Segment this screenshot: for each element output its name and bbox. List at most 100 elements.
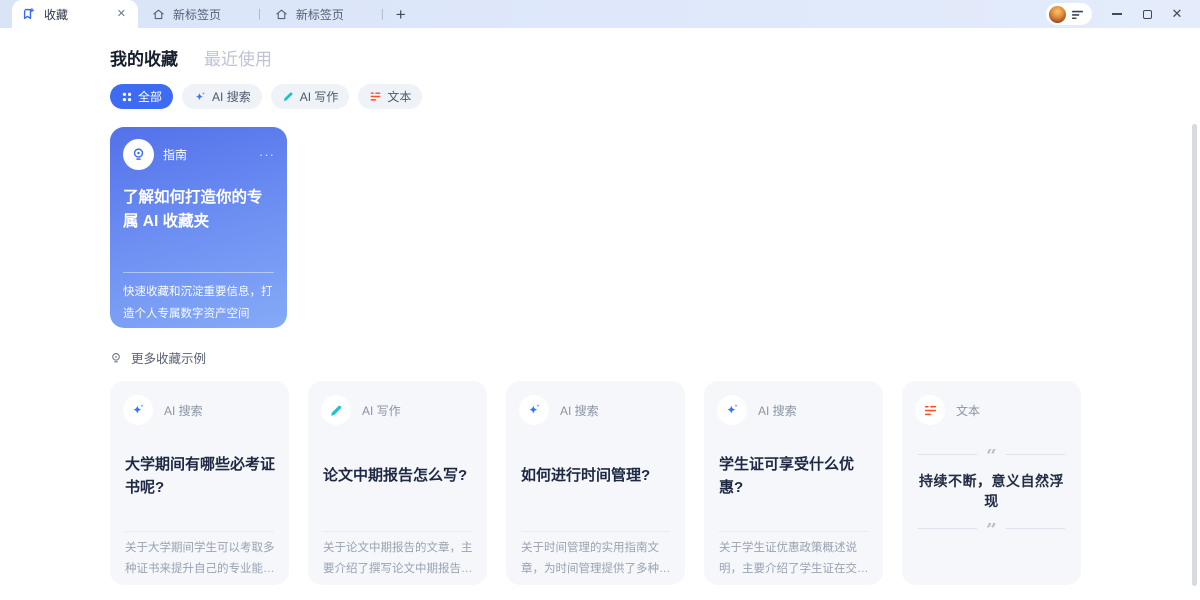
card-header: 文本 (902, 381, 1081, 425)
close-button[interactable]: ✕ (1164, 2, 1190, 26)
sparkle-icon (193, 90, 207, 104)
browser-tab-bar: 收藏 ✕ 新标签页 | 新标签页 | + (0, 0, 1200, 28)
text-lines-icon (923, 403, 938, 418)
card-divider (125, 531, 274, 532)
close-quote-icon: ” (986, 523, 997, 533)
guide-card-divider (123, 272, 274, 273)
scrollbar[interactable] (1192, 124, 1197, 586)
tab-favorites[interactable]: 收藏 ✕ (12, 0, 138, 28)
card-title: 学生证可享受什么优惠? (719, 433, 870, 519)
quote-block: “ 持续不断，意义自然浮现 ” (918, 449, 1065, 533)
collection-card[interactable]: AI 写作 论文中期报告怎么写? 关于论文中期报告的文章，主要介绍了撰写论文中期… (308, 381, 487, 585)
collection-card-text[interactable]: 文本 “ 持续不断，意义自然浮现 ” (902, 381, 1081, 585)
pen-icon (329, 403, 344, 418)
home-icon (152, 8, 165, 21)
quote-text: 持续不断，意义自然浮现 (918, 471, 1065, 511)
guide-card[interactable]: 指南 ··· 了解如何打造你的专属 AI 收藏夹 快速收藏和沉淀重要信息，打造个… (110, 127, 287, 328)
open-quote-icon: “ (986, 449, 997, 459)
guide-card-header: 指南 ··· (110, 127, 287, 170)
card-divider (323, 531, 472, 532)
window-controls: ✕ (1104, 2, 1190, 26)
card-description: 关于时间管理的实用指南文章，为时间管理提供了多种方法和技巧... (521, 538, 673, 581)
minimize-button[interactable] (1104, 2, 1130, 26)
sparkle-icon (130, 402, 146, 418)
home-icon (275, 8, 288, 21)
card-title: 如何进行时间管理? (521, 433, 672, 519)
avatar[interactable] (1049, 6, 1066, 23)
card-header: AI 搜索 (704, 381, 883, 425)
card-title: 论文中期报告怎么写? (323, 433, 474, 519)
grid-icon (121, 91, 133, 103)
card-icon-circle (717, 395, 747, 425)
tab-label: 收藏 (44, 6, 107, 23)
card-icon-circle (915, 395, 945, 425)
divider-line (1006, 528, 1065, 529)
section-title: 更多收藏示例 (131, 348, 206, 367)
minimize-icon (1112, 13, 1122, 15)
card-icon-circle (123, 395, 153, 425)
sparkle-icon (526, 402, 542, 418)
quote-close-row: ” (918, 523, 1065, 533)
examples-section-header: 更多收藏示例 (109, 348, 206, 367)
pen-icon (282, 90, 295, 103)
card-type-label: AI 搜索 (560, 402, 599, 419)
guide-card-description: 快速收藏和沉淀重要信息，打造个人专属数字资产空间 (123, 282, 276, 326)
profile-menu[interactable] (1046, 3, 1092, 25)
lightbulb-icon (130, 146, 147, 163)
tab-new-tab-2[interactable]: 新标签页 (261, 0, 381, 28)
page-title[interactable]: 我的收藏 (110, 45, 178, 70)
tab-new-tab-1[interactable]: 新标签页 (138, 0, 258, 28)
card-description: 关于大学期间学生可以考取多种证书来提升自己的专业能力和就业... (125, 538, 277, 581)
card-description: 关于学生证优惠政策概述说明，主要介绍了学生证在交通、娱乐、... (719, 538, 871, 581)
new-tab-button[interactable]: + (396, 6, 406, 23)
filter-label: 文本 (387, 88, 411, 105)
menu-icon[interactable] (1071, 8, 1084, 21)
filter-ai-search[interactable]: AI 搜索 (182, 84, 262, 109)
card-title: 大学期间有哪些必考证书呢? (125, 433, 276, 519)
divider-line (1006, 454, 1065, 455)
text-lines-icon (369, 90, 382, 103)
card-type-label: AI 写作 (362, 402, 401, 419)
tabbar-right-controls: ✕ (1046, 0, 1200, 28)
tab-label: 新标签页 (173, 6, 221, 23)
collection-card[interactable]: AI 搜索 大学期间有哪些必考证书呢? 关于大学期间学生可以考取多种证书来提升自… (110, 381, 289, 585)
collection-card[interactable]: AI 搜索 学生证可享受什么优惠? 关于学生证优惠政策概述说明，主要介绍了学生证… (704, 381, 883, 585)
more-options-icon[interactable]: ··· (259, 147, 275, 162)
bookmark-icon (22, 7, 36, 21)
tab-label: 新标签页 (296, 6, 344, 23)
filter-label: 全部 (138, 88, 162, 105)
guide-card-title: 了解如何打造你的专属 AI 收藏夹 (123, 186, 275, 234)
card-type-label: AI 搜索 (164, 402, 203, 419)
card-type-label: AI 搜索 (758, 402, 797, 419)
filter-ai-writing[interactable]: AI 写作 (271, 84, 350, 109)
card-header: AI 搜索 (506, 381, 685, 425)
card-header: AI 搜索 (110, 381, 289, 425)
card-description: 关于论文中期报告的文章，主要介绍了撰写论文中期报告的目的、... (323, 538, 475, 581)
filter-all[interactable]: 全部 (110, 84, 173, 109)
divider-line (918, 454, 977, 455)
card-header: AI 写作 (308, 381, 487, 425)
page-header: 我的收藏 最近使用 (110, 45, 272, 70)
tab-divider: | (381, 8, 384, 20)
lightbulb-outline-icon (109, 351, 123, 365)
collection-card[interactable]: AI 搜索 如何进行时间管理? 关于时间管理的实用指南文章，为时间管理提供了多种… (506, 381, 685, 585)
maximize-button[interactable] (1134, 2, 1160, 26)
card-divider (719, 531, 868, 532)
card-type-label: 文本 (956, 402, 980, 419)
filter-text[interactable]: 文本 (358, 84, 422, 109)
guide-badge-label: 指南 (163, 146, 187, 163)
card-divider (521, 531, 670, 532)
example-cards: AI 搜索 大学期间有哪些必考证书呢? 关于大学期间学生可以考取多种证书来提升自… (110, 381, 1081, 585)
card-icon-circle (519, 395, 549, 425)
filter-label: AI 搜索 (212, 88, 251, 105)
filter-label: AI 写作 (300, 88, 339, 105)
filter-chips: 全部 AI 搜索 AI 写作 文本 (110, 84, 422, 109)
quote-open-row: “ (918, 449, 1065, 459)
guide-badge-circle (123, 139, 154, 170)
tab-recently-used[interactable]: 最近使用 (204, 45, 272, 70)
tab-close-icon[interactable]: ✕ (115, 7, 128, 22)
divider-line (918, 528, 977, 529)
maximize-icon (1143, 10, 1152, 19)
card-icon-circle (321, 395, 351, 425)
sparkle-icon (724, 402, 740, 418)
